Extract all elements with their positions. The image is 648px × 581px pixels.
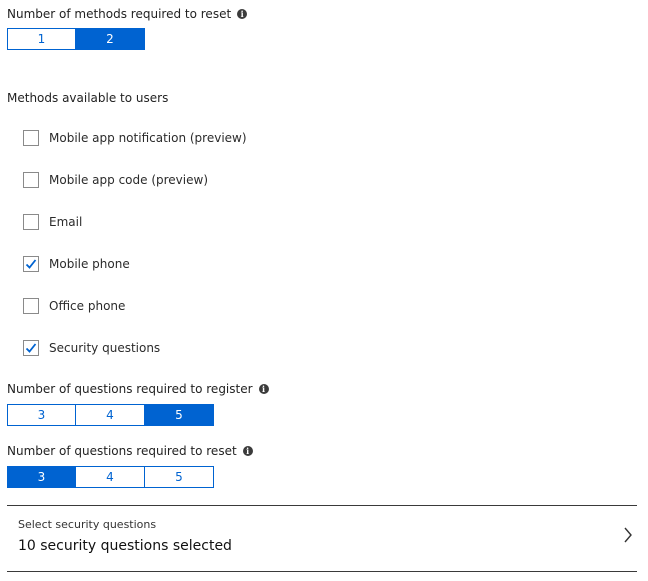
select-security-questions-row[interactable]: Select security questions 10 security qu…: [7, 506, 637, 570]
method-mobile-app-code[interactable]: Mobile app code (preview): [23, 171, 208, 189]
method-label: Mobile app notification (preview): [49, 131, 247, 145]
questions-reset-option-4[interactable]: 4: [76, 466, 145, 488]
questions-register-label: Number of questions required to register…: [7, 382, 269, 396]
checkbox[interactable]: [23, 214, 39, 230]
info-icon[interactable]: i: [258, 384, 269, 394]
checkbox[interactable]: [23, 130, 39, 146]
method-email[interactable]: Email: [23, 213, 82, 231]
methods-heading-text: Methods available to users: [7, 91, 169, 105]
checkbox[interactable]: [23, 298, 39, 314]
checkbox[interactable]: [23, 256, 39, 272]
chevron-right-icon[interactable]: [623, 526, 633, 544]
reset-methods-option-1[interactable]: 1: [7, 28, 76, 50]
methods-heading: Methods available to users: [7, 91, 168, 105]
questions-reset-option-5[interactable]: 5: [145, 466, 214, 488]
checkbox[interactable]: [23, 172, 39, 188]
checkbox[interactable]: [23, 340, 39, 356]
questions-reset-label-text: Number of questions required to reset: [7, 444, 237, 458]
questions-reset-selector: 3 4 5: [7, 466, 214, 488]
method-office-phone[interactable]: Office phone: [23, 297, 125, 315]
questions-register-option-3[interactable]: 3: [7, 404, 76, 426]
method-label: Mobile phone: [49, 257, 130, 271]
method-label: Office phone: [49, 299, 126, 313]
questions-register-label-text: Number of questions required to register: [7, 382, 253, 396]
method-label: Security questions: [49, 341, 161, 355]
info-icon[interactable]: i: [242, 446, 253, 456]
method-mobile-phone[interactable]: Mobile phone: [23, 255, 130, 273]
method-mobile-app-notification[interactable]: Mobile app notification (preview): [23, 129, 247, 147]
questions-reset-label: Number of questions required to reset i: [7, 444, 253, 458]
questions-register-selector: 3 4 5: [7, 404, 214, 426]
method-label: Email: [49, 215, 83, 229]
checkmark-icon: [25, 259, 37, 269]
method-label: Mobile app code (preview): [49, 173, 208, 187]
reset-methods-label-text: Number of methods required to reset: [7, 7, 232, 21]
checkmark-icon: [25, 343, 37, 353]
method-security-questions[interactable]: Security questions: [23, 339, 160, 357]
info-icon[interactable]: i: [237, 9, 248, 19]
questions-reset-option-3[interactable]: 3: [7, 466, 76, 488]
reset-methods-selector: 1 2: [7, 28, 145, 50]
divider-bottom: [7, 571, 637, 572]
reset-methods-label: Number of methods required to reset i: [7, 7, 248, 21]
select-security-questions-title: Select security questions: [18, 518, 157, 531]
questions-register-option-5[interactable]: 5: [145, 404, 214, 426]
security-questions-count: 10 security questions selected: [18, 538, 232, 554]
reset-methods-option-2[interactable]: 2: [76, 28, 145, 50]
questions-register-option-4[interactable]: 4: [76, 404, 145, 426]
